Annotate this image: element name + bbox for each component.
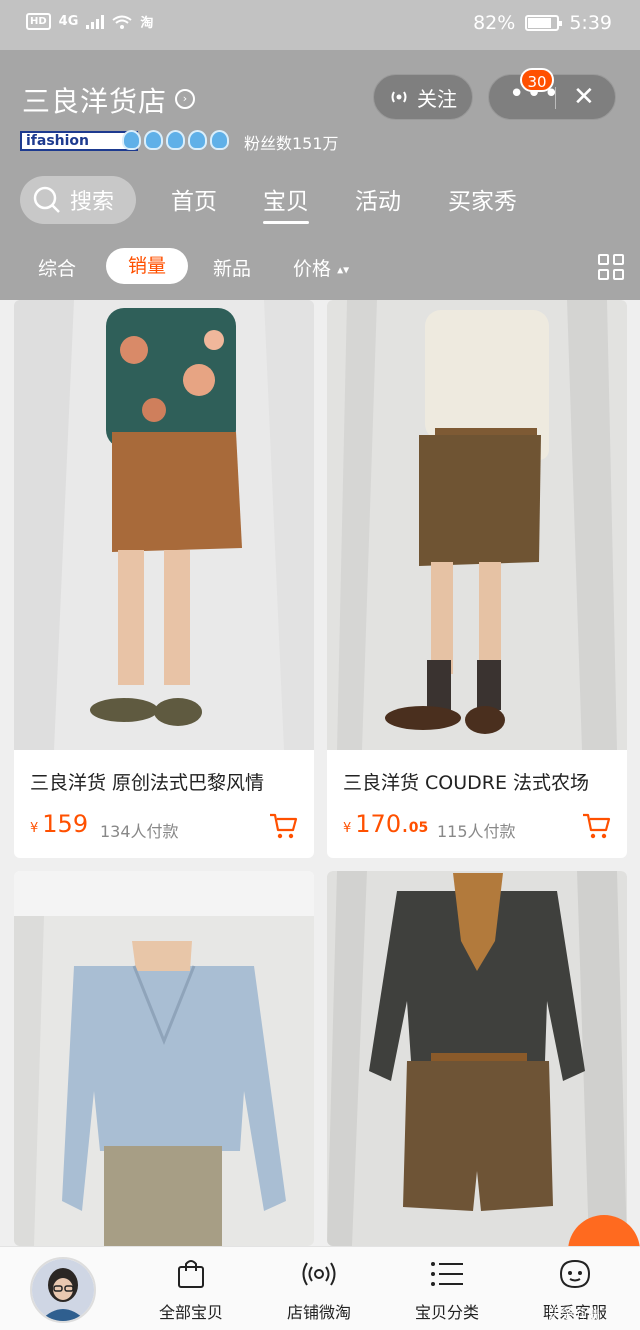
crown-icon	[188, 130, 207, 150]
product-card[interactable]: 三良洋货 COUDRE 法式农场 ¥ 170. 05 115人付款	[327, 300, 627, 858]
ifashion-badge: ifashion	[20, 131, 138, 151]
sort-price-label: 价格	[293, 258, 332, 280]
signal-icon	[86, 14, 105, 29]
chat-face-icon	[559, 1259, 591, 1289]
sort-toggle-icon: ▴▾	[337, 262, 350, 277]
watermark: 头条@瑞	[548, 1307, 601, 1322]
product-card[interactable]: 三良洋货 原创法式巴黎风情 ¥ 159 134人付款	[14, 300, 314, 858]
crown-icon	[122, 130, 141, 150]
hd-badge: HD	[26, 13, 51, 30]
product-image	[327, 871, 627, 1246]
battery-icon	[525, 15, 563, 31]
divider	[555, 87, 556, 109]
close-icon[interactable]: ✕	[573, 81, 595, 113]
nav-label: 宝贝分类	[414, 1303, 479, 1322]
product-title: 三良洋货 原创法式巴黎风情	[30, 772, 265, 794]
store-tabs: 搜索 首页 宝贝 活动 买家秀	[0, 172, 640, 228]
wifi-icon	[112, 15, 133, 29]
crown-icon	[144, 130, 163, 150]
crown-icon	[210, 130, 229, 150]
bag-icon	[178, 1260, 204, 1288]
ifashion-label: ifashion	[26, 133, 90, 149]
tab-items[interactable]: 宝贝	[263, 182, 309, 224]
sort-overall[interactable]: 综合	[38, 254, 76, 281]
store-rating-crowns	[122, 130, 229, 150]
nav-store-feed[interactable]: 店铺微淘	[264, 1255, 374, 1323]
price-integer: 170.	[355, 810, 409, 838]
fans-count: 粉丝数151万	[244, 134, 339, 153]
product-card[interactable]	[14, 871, 314, 1246]
sort-new[interactable]: 新品	[213, 254, 251, 281]
add-to-cart-icon[interactable]	[268, 812, 298, 840]
product-price: ¥ 170. 05	[343, 810, 428, 838]
price-currency: ¥	[30, 821, 39, 836]
network-label: 4G	[58, 14, 79, 29]
product-image	[327, 300, 627, 750]
product-image	[14, 871, 314, 1246]
follow-label: 关注	[417, 86, 457, 111]
store-avatar[interactable]	[30, 1257, 96, 1323]
bottom-navigation: 全部宝贝 店铺微淘 宝贝分类 联系客服 头条@瑞	[0, 1246, 640, 1330]
taobao-notification-icon: 淘	[140, 16, 154, 31]
status-left: HD 4G 淘	[26, 12, 153, 31]
sold-count: 134人付款	[100, 822, 179, 841]
list-icon	[431, 1262, 463, 1286]
store-header: 三良洋货店 › 关注 ••• ✕ ifashion 粉丝数151万 搜索 首页 …	[0, 50, 640, 300]
product-title: 三良洋货 COUDRE 法式农场	[343, 772, 590, 794]
tab-events[interactable]: 活动	[355, 182, 401, 216]
nav-all-items[interactable]: 全部宝贝	[136, 1255, 246, 1323]
sort-sales[interactable]: 销量	[106, 248, 188, 284]
nav-label: 店铺微淘	[286, 1303, 351, 1322]
nav-categories[interactable]: 宝贝分类	[392, 1255, 502, 1323]
add-to-cart-icon[interactable]	[581, 812, 611, 840]
crown-icon	[166, 130, 185, 150]
battery-percent: 82%	[473, 12, 516, 34]
sort-bar: 综合 销量 新品 价格 ▴▾	[0, 248, 640, 288]
product-image	[14, 300, 314, 750]
search-button[interactable]: 搜索	[20, 176, 136, 224]
clock: 5:39	[569, 12, 612, 34]
product-card[interactable]	[327, 871, 627, 1246]
grid-view-icon[interactable]	[598, 254, 624, 280]
tab-buyer-show[interactable]: 买家秀	[448, 182, 517, 216]
notification-badge: 30	[520, 68, 554, 92]
nav-label: 全部宝贝	[158, 1303, 223, 1322]
store-info-icon[interactable]: ›	[175, 89, 195, 109]
broadcast-icon	[302, 1262, 336, 1286]
search-label: 搜索	[70, 190, 115, 215]
price-currency: ¥	[343, 821, 352, 836]
status-bar: HD 4G 淘 82% 5:39	[0, 0, 640, 50]
sold-count: 115人付款	[437, 822, 516, 841]
product-grid: 三良洋货 原创法式巴黎风情 ¥ 159 134人付款 三良洋货 COUDRE 法…	[0, 300, 640, 1246]
store-name[interactable]: 三良洋货店	[22, 80, 167, 120]
tab-home[interactable]: 首页	[171, 182, 217, 216]
product-price: ¥ 159	[30, 810, 88, 838]
sort-price[interactable]: 价格 ▴▾	[293, 254, 349, 281]
broadcast-icon	[391, 91, 407, 103]
price-decimal: 05	[408, 820, 429, 836]
follow-button[interactable]: 关注	[373, 74, 473, 120]
price-integer: 159	[42, 810, 89, 838]
search-icon	[33, 186, 60, 213]
status-right: 82% 5:39	[473, 12, 612, 34]
